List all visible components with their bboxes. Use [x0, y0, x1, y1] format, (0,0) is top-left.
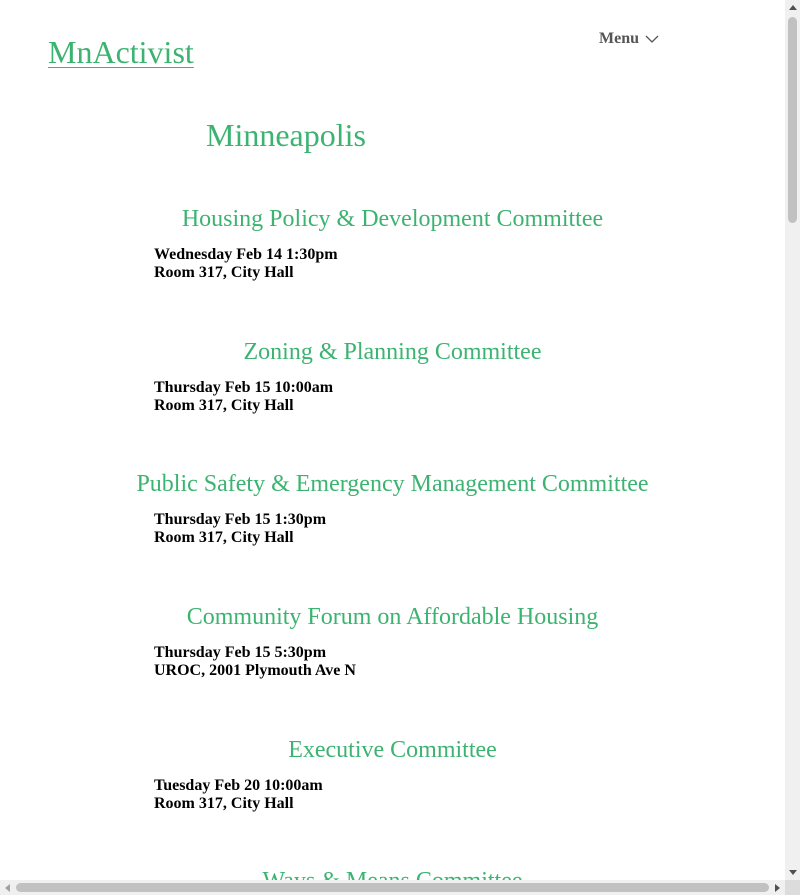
event-meta: Wednesday Feb 14 1:30pm Room 317, City H…: [154, 246, 338, 282]
event-meta: Thursday Feb 15 1:30pm Room 317, City Ha…: [154, 511, 326, 547]
event-datetime: Thursday Feb 15 5:30pm: [154, 644, 327, 661]
event-meta: Thursday Feb 15 5:30pm UROC, 2001 Plymou…: [154, 644, 356, 680]
event-location: Room 317, City Hall: [154, 795, 294, 812]
event-meta: Thursday Feb 15 10:00am Room 317, City H…: [154, 379, 333, 415]
horizontal-scroll-thumb[interactable]: [16, 883, 769, 892]
event-datetime: Tuesday Feb 20 10:00am: [154, 777, 323, 794]
event-location: Room 317, City Hall: [154, 397, 294, 414]
event-title[interactable]: Zoning & Planning Committee: [0, 339, 785, 366]
event-datetime: Thursday Feb 15 1:30pm: [154, 511, 327, 528]
event-location: Room 317, City Hall: [154, 264, 294, 281]
event-location: UROC, 2001 Plymouth Ave N: [154, 662, 356, 679]
scrollbar-corner: [785, 880, 800, 895]
event-datetime: Thursday Feb 15 10:00am: [154, 379, 334, 396]
scroll-up-arrow-icon[interactable]: [785, 0, 800, 15]
event-title[interactable]: Community Forum on Affordable Housing: [0, 604, 785, 631]
vertical-scrollbar[interactable]: [785, 0, 800, 880]
scroll-down-arrow-icon[interactable]: [785, 865, 800, 880]
scroll-left-arrow-icon[interactable]: [0, 880, 15, 895]
event-datetime: Wednesday Feb 14 1:30pm: [154, 246, 338, 263]
vertical-scroll-thumb[interactable]: [788, 17, 797, 223]
menu-button[interactable]: Menu: [599, 30, 659, 48]
menu-label: Menu: [599, 30, 639, 47]
scroll-right-arrow-icon[interactable]: [770, 880, 785, 895]
event-meta: Tuesday Feb 20 10:00am Room 317, City Ha…: [154, 777, 323, 813]
event-title[interactable]: Public Safety & Emergency Management Com…: [0, 471, 785, 498]
page-title: Minneapolis: [206, 117, 366, 153]
site-title-link[interactable]: MnActivist: [48, 34, 194, 71]
event-title[interactable]: Housing Policy & Development Committee: [0, 206, 785, 233]
event-location: Room 317, City Hall: [154, 529, 294, 546]
chevron-down-icon: [645, 35, 659, 44]
event-title[interactable]: Executive Committee: [0, 737, 785, 764]
horizontal-scrollbar[interactable]: [0, 880, 785, 895]
